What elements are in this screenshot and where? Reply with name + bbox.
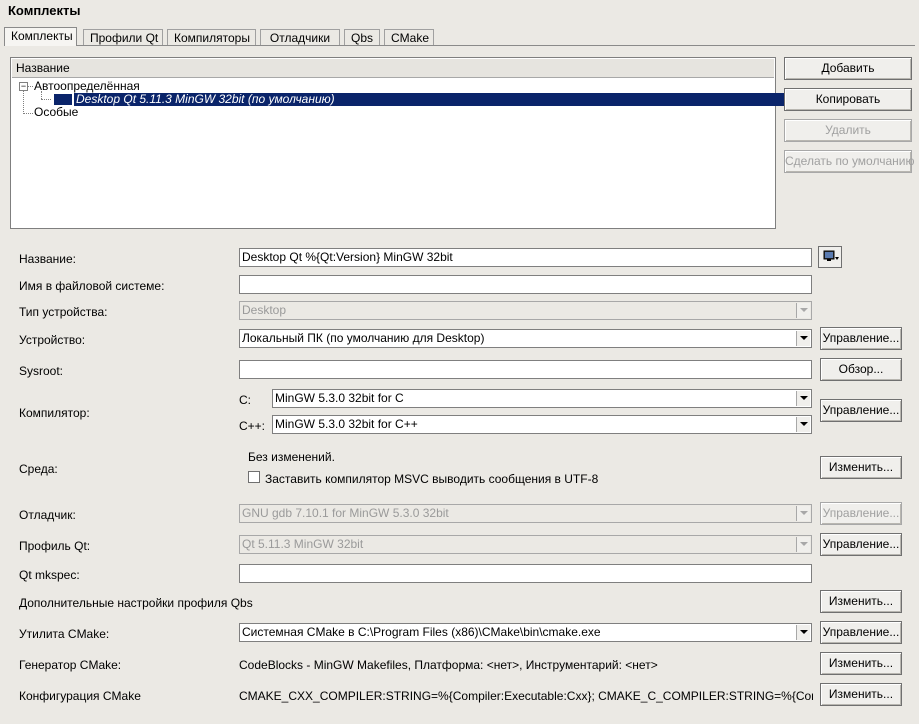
cmake-config-label: Конфигурация CMake [19, 689, 141, 703]
qt-profile-combo[interactable]: Qt 5.11.3 MinGW 32bit [239, 535, 812, 554]
compiler-cpp-value: MinGW 5.3.0 32bit for C++ [275, 417, 418, 431]
device-combo[interactable]: Локальный ПК (по умолчанию для Desktop) [239, 329, 812, 348]
fs-name-input[interactable] [239, 275, 812, 294]
tab-qt-profiles[interactable]: Профили Qt [83, 29, 163, 45]
tree-header-name[interactable]: Название [12, 59, 774, 78]
tree-item-selected[interactable]: Desktop Qt 5.11.3 MinGW 32bit (по умолча… [74, 93, 785, 106]
environment-status: Без изменений. [248, 450, 335, 464]
device-value: Локальный ПК (по умолчанию для Desktop) [242, 331, 485, 345]
tree-connector [41, 99, 51, 100]
sysroot-label: Sysroot: [19, 364, 64, 378]
qbs-settings-label: Дополнительные настройки профиля Qbs [19, 596, 253, 610]
tab-qbs[interactable]: Qbs [344, 29, 380, 45]
tab-compilers[interactable]: Компиляторы [167, 29, 256, 45]
device-label: Устройство: [19, 333, 86, 347]
cmake-tool-value: Системная CMake в C:\Program Files (x86)… [242, 625, 601, 639]
kits-tree[interactable]: Название − Автоопределённая Desktop Qt 5… [10, 57, 785, 229]
tree-connector [28, 86, 33, 87]
cmake-tool-combo[interactable]: Системная CMake в C:\Program Files (x86)… [239, 623, 812, 642]
chevron-down-icon [796, 331, 810, 346]
cmake-tool-label: Утилита CMake: [19, 627, 110, 641]
cmake-config-value: CMAKE_CXX_COMPILER:STRING=%{Compiler:Exe… [239, 689, 813, 703]
qt-mkspec-input[interactable] [239, 564, 812, 583]
compiler-c-combo[interactable]: MinGW 5.3.0 32bit for C [272, 389, 812, 408]
chevron-down-icon [796, 537, 810, 552]
device-type-label: Тип устройства: [19, 305, 108, 319]
add-button[interactable]: Добавить [784, 57, 912, 80]
cmake-tool-manage-button[interactable]: Управление... [820, 621, 902, 644]
environment-label: Среда: [19, 462, 58, 476]
qt-profile-label: Профиль Qt: [19, 539, 91, 553]
debugger-value: GNU gdb 7.10.1 for MinGW 5.3.0 32bit [242, 506, 449, 520]
tab-debuggers[interactable]: Отладчики [260, 29, 340, 45]
qbs-settings-change-button[interactable]: Изменить... [820, 590, 902, 613]
msvc-utf8-checkbox[interactable] [248, 471, 260, 483]
device-type-combo[interactable]: Desktop [239, 301, 812, 320]
environment-change-button[interactable]: Изменить... [820, 456, 902, 479]
qt-profile-manage-button[interactable]: Управление... [820, 533, 902, 556]
compiler-cpp-combo[interactable]: MinGW 5.3.0 32bit for C++ [272, 415, 812, 434]
compiler-cpp-label: C++: [239, 419, 266, 433]
chevron-down-icon [796, 625, 810, 640]
tree-connector [23, 113, 33, 114]
debugger-combo[interactable]: GNU gdb 7.10.1 for MinGW 5.3.0 32bit [239, 504, 812, 523]
tab-cmake[interactable]: CMake [384, 29, 434, 45]
monitor-icon [823, 250, 839, 261]
device-manage-button[interactable]: Управление... [820, 327, 902, 350]
chevron-down-icon [796, 506, 810, 521]
name-input[interactable]: Desktop Qt %{Qt:Version} MinGW 32bit [239, 248, 812, 267]
qt-mkspec-label: Qt mkspec: [19, 568, 80, 582]
device-icon-button[interactable] [818, 246, 842, 268]
tree-connector [23, 91, 24, 114]
remove-button[interactable]: Удалить [784, 119, 912, 142]
compiler-manage-button[interactable]: Управление... [820, 399, 902, 422]
chevron-down-icon [796, 391, 810, 406]
chevron-down-icon [796, 417, 810, 432]
compiler-c-label: C: [239, 393, 251, 407]
cmake-config-change-button[interactable]: Изменить... [820, 683, 902, 706]
debugger-manage-button[interactable]: Управление... [820, 502, 902, 525]
tree-group-manual[interactable]: Особые [34, 106, 78, 119]
debugger-label: Отладчик: [19, 508, 76, 522]
msvc-utf8-label[interactable]: Заставить компилятор MSVC выводить сообщ… [265, 472, 598, 486]
sysroot-input[interactable] [239, 360, 812, 379]
device-type-value: Desktop [242, 303, 287, 317]
chevron-down-icon [796, 303, 810, 318]
name-label: Название: [19, 252, 76, 266]
compiler-label: Компилятор: [19, 406, 90, 420]
monitor-icon [54, 94, 72, 105]
make-default-button[interactable]: Сделать по умолчанию [784, 150, 914, 173]
cmake-generator-value: CodeBlocks - MinGW Makefiles, Платформа:… [239, 658, 658, 672]
cmake-generator-label: Генератор CMake: [19, 658, 122, 672]
tab-kits[interactable]: Комплекты [4, 27, 77, 46]
cmake-generator-change-button[interactable]: Изменить... [820, 652, 902, 675]
copy-button[interactable]: Копировать [784, 88, 912, 111]
page-title: Комплекты [8, 3, 81, 18]
collapse-icon[interactable]: − [19, 82, 28, 91]
qt-profile-value: Qt 5.11.3 MinGW 32bit [242, 537, 364, 551]
tab-divider [4, 45, 915, 46]
compiler-c-value: MinGW 5.3.0 32bit for C [275, 391, 404, 405]
sysroot-browse-button[interactable]: Обзор... [820, 358, 902, 381]
fs-name-label: Имя в файловой системе: [19, 279, 165, 293]
